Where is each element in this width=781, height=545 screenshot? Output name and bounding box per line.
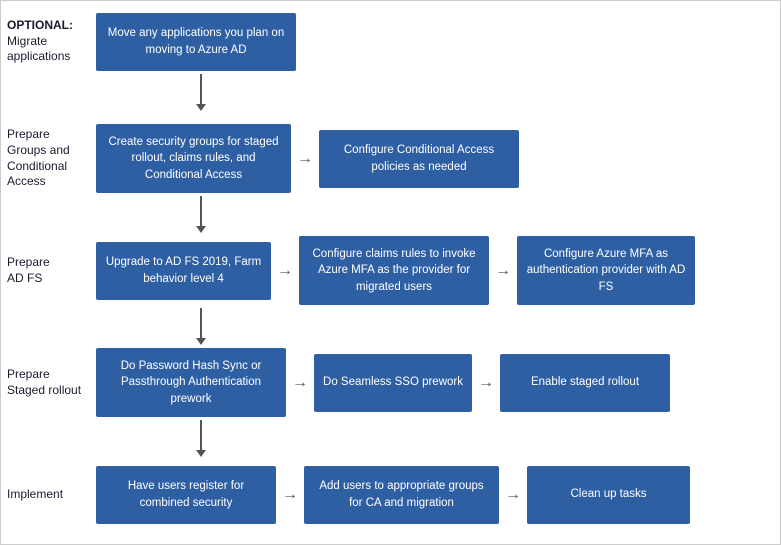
label-implement: Implement [1,483,96,507]
diagram-container: OPTIONAL:Migrateapplications Move any ap… [0,0,781,545]
box-migrate-apps: Move any applications you plan on moving… [96,13,296,71]
boxes-groups-ca: Create security groups for staged rollou… [96,124,780,192]
box-azure-mfa-adfs: Configure Azure MFA as authentication pr… [517,236,695,304]
arrow-h-4a: → [276,486,304,504]
box-upgrade-adfs: Upgrade to AD FS 2019, Farm behavior lev… [96,242,271,300]
box-seamless-sso: Do Seamless SSO prework [314,354,472,412]
row-implement: Implement Have users register for combin… [1,457,780,532]
arrow-h-3b: → [472,374,500,392]
row-staged-rollout: PrepareStaged rollout Do Password Hash S… [1,345,780,420]
row-groups-ca: PrepareGroups andConditionalAccess Creat… [1,121,780,196]
boxes-implement: Have users register for combined securit… [96,466,780,524]
label-adfs: PrepareAD FS [1,251,96,290]
box-users-register: Have users register for combined securit… [96,466,276,524]
arrow-h-2b: → [489,262,517,280]
box-claims-rules: Configure claims rules to invoke Azure M… [299,236,489,304]
row-adfs: PrepareAD FS Upgrade to AD FS 2019, Farm… [1,233,780,308]
boxes-staged-rollout: Do Password Hash Sync or Passthrough Aut… [96,348,780,416]
box-phs-pta: Do Password Hash Sync or Passthrough Aut… [96,348,286,416]
label-groups-ca: PrepareGroups andConditionalAccess [1,123,96,193]
box-enable-staged-rollout: Enable staged rollout [500,354,670,412]
label-optional: OPTIONAL:Migrateapplications [1,14,96,69]
arrow-h-1: → [291,150,319,168]
row-optional: OPTIONAL:Migrateapplications Move any ap… [1,9,780,74]
arrow-h-3a: → [286,374,314,392]
box-cleanup-tasks: Clean up tasks [527,466,690,524]
box-add-users-groups: Add users to appropriate groups for CA a… [304,466,499,524]
label-staged-rollout: PrepareStaged rollout [1,363,96,402]
boxes-optional: Move any applications you plan on moving… [96,13,780,71]
arrow-h-4b: → [499,486,527,504]
boxes-adfs: Upgrade to AD FS 2019, Farm behavior lev… [96,236,780,304]
box-create-security-groups: Create security groups for staged rollou… [96,124,291,192]
box-configure-ca: Configure Conditional Access policies as… [319,130,519,188]
arrow-h-2a: → [271,262,299,280]
